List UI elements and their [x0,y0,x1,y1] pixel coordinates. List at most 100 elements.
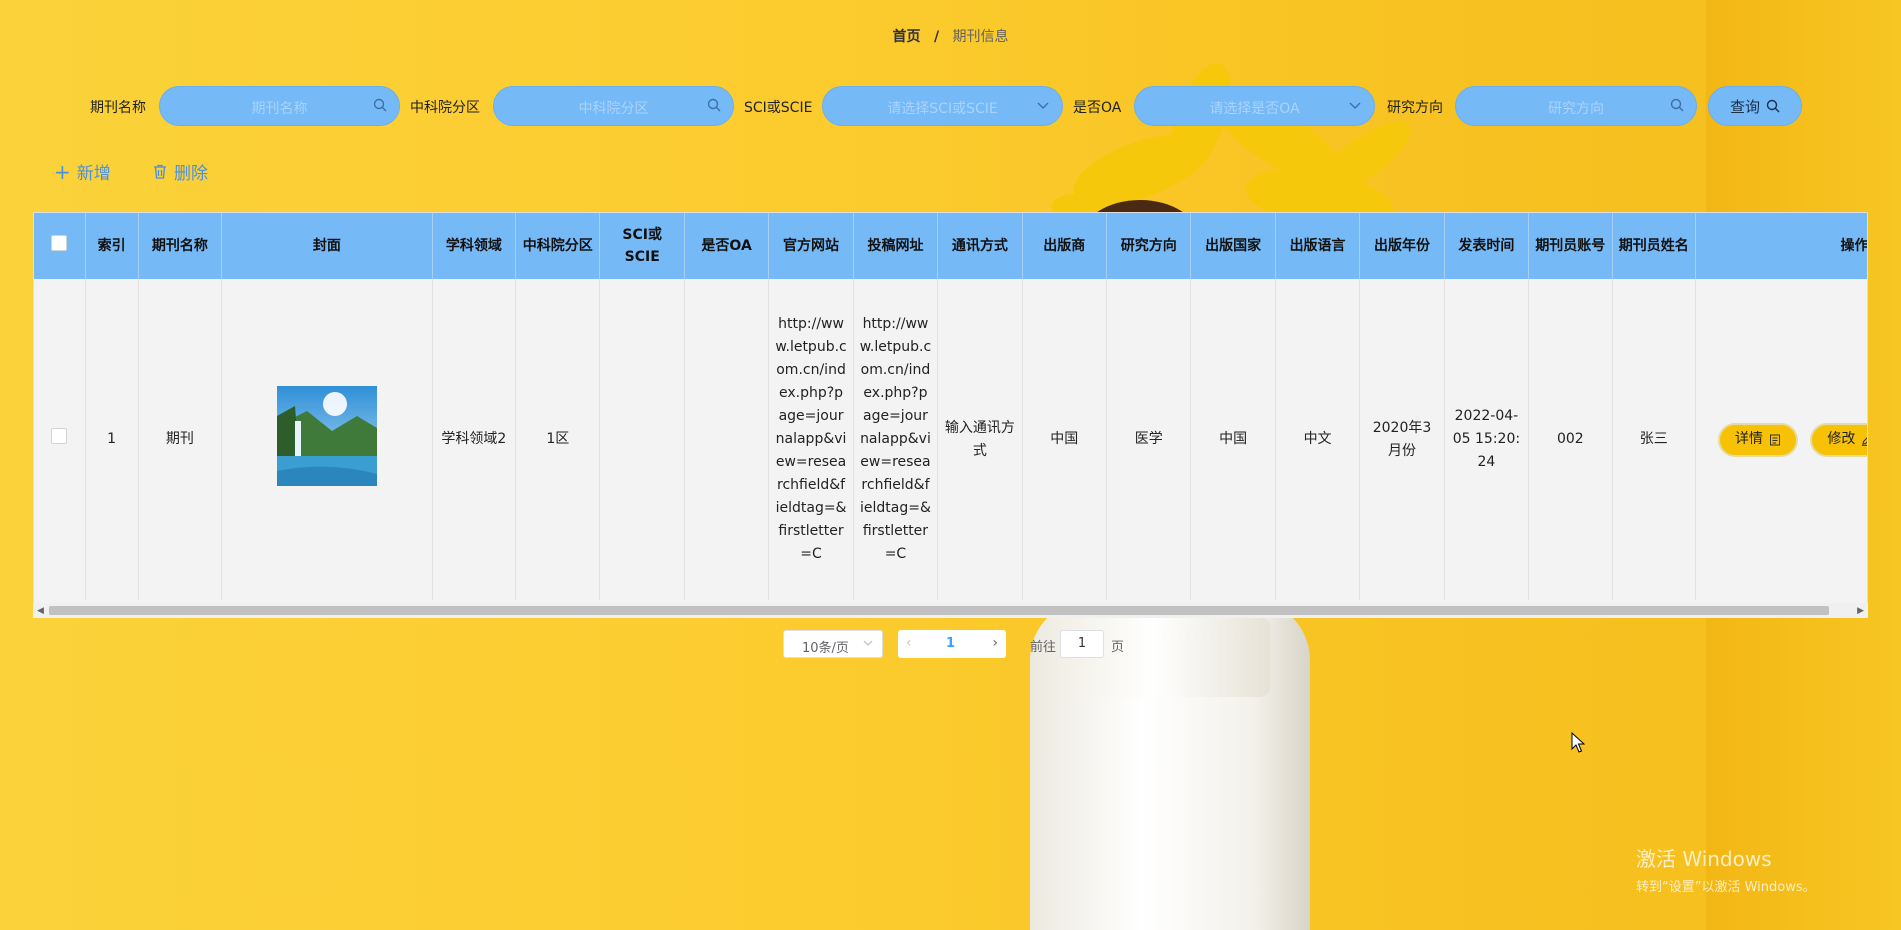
table-header: 期刊员姓名 [1612,213,1696,279]
cell-sci [599,279,685,600]
cell-name: 期刊 [138,279,223,600]
direction-label: 研究方向 [1387,100,1443,116]
cell-oa [684,279,770,600]
zone-label: 中科院分区 [410,100,480,116]
delete-label: 删除 [174,164,208,184]
table-row[interactable]: 1 期刊 学科领域2 1区 http://www.letpub.com.cn/i… [34,279,1867,600]
breadcrumb-current: 期刊信息 [952,29,1009,45]
journal-name-input[interactable]: 期刊名称 [159,86,400,126]
table-header: 操作 [1695,213,1867,279]
row-checkbox[interactable] [51,427,68,444]
chevron-down-icon [1349,102,1361,109]
table-header: 是否OA [684,213,770,279]
journal-table: 索引 期刊名称 封面 学科领域 中科院分区 SCI或SCIE 是否OA 官方网站… [33,212,1868,618]
page-size-value: 10条/页 [802,641,849,656]
oa-label: 是否OA [1073,100,1122,116]
journal-name-label: 期刊名称 [90,100,146,116]
table-header: 封面 [221,213,433,279]
sci-placeholder: 请选择SCI或SCIE [887,101,998,117]
cell-zone: 1区 [515,279,601,600]
table-header: 官方网站 [768,213,854,279]
trash-icon [154,164,166,179]
plus-icon: + [54,159,71,184]
detail-button[interactable]: 详情 [1717,422,1798,457]
document-icon [1769,434,1780,445]
cell-year: 2020年3月份 [1359,279,1445,600]
edit-button[interactable]: 修改 [1810,422,1867,457]
direction-input[interactable]: 研究方向 [1455,86,1697,126]
page-number[interactable]: 1 [946,636,955,651]
edit-icon [1862,437,1867,446]
edit-label: 修改 [1827,431,1856,447]
pagination: 10条/页 ‹ 1 › 前往 1 页 [0,630,1901,660]
breadcrumb-separator: / [933,29,940,45]
oa-placeholder: 请选择是否OA [1209,101,1300,117]
scroll-left-icon[interactable]: ◀ [37,606,44,616]
table-header: 通讯方式 [937,213,1023,279]
add-label: 新增 [76,164,111,184]
direction-placeholder: 研究方向 [1548,101,1604,117]
page-navigator: ‹ 1 › [898,630,1006,658]
cell-editor-name: 张三 [1612,279,1696,600]
page-size-select[interactable]: 10条/页 [783,630,883,658]
search-icon [1766,99,1780,113]
goto-page-input[interactable]: 1 [1060,630,1104,658]
table-header: 出版年份 [1359,213,1445,279]
cell-field: 学科领域2 [432,279,517,600]
scrollbar-thumb[interactable] [49,606,1829,615]
add-button[interactable]: + 新增 [54,159,111,185]
search-bar: 期刊名称 期刊名称 中科院分区 中科院分区 SCI或SCIE 请选择SCI或SC… [0,86,1901,126]
table-header: 学科领域 [432,213,517,279]
cell-country: 中国 [1190,279,1276,600]
query-button[interactable]: 查询 [1708,86,1802,126]
cell-website: http://www.letpub.com.cn/index.php?page=… [768,279,854,600]
journal-name-placeholder: 期刊名称 [251,101,308,117]
header-select-all[interactable] [34,213,86,279]
watermark-line2: 转到“设置”以激活 Windows。 [1636,880,1816,895]
cell-cover [221,279,433,600]
cell-contact: 输入通讯方式 [937,279,1023,600]
sci-select[interactable]: 请选择SCI或SCIE [822,86,1063,126]
search-icon [707,98,721,112]
cell-account: 002 [1528,279,1613,600]
select-all-checkbox[interactable] [51,234,68,251]
scroll-right-icon[interactable]: ▶ [1857,606,1864,616]
zone-input[interactable]: 中科院分区 [493,86,734,126]
mouse-cursor-icon [1571,732,1585,753]
search-icon [1670,98,1684,112]
table-header: 中科院分区 [515,213,601,279]
delete-button[interactable]: 删除 [152,159,208,184]
page-suffix: 页 [1111,640,1125,655]
table-header: SCI或SCIE [599,213,685,279]
table-header: 出版商 [1022,213,1108,279]
breadcrumb: 首页 / 期刊信息 [0,26,1901,46]
table-header: 期刊员账号 [1528,213,1613,279]
table-header: 出版国家 [1190,213,1276,279]
cover-image[interactable] [276,385,377,486]
horizontal-scrollbar[interactable]: ◀ ▶ [33,603,1868,618]
detail-label: 详情 [1734,431,1763,447]
table-header: 投稿网址 [853,213,939,279]
sci-label: SCI或SCIE [744,100,813,116]
cell-index: 1 [85,279,139,600]
goto-label: 前往 [1030,640,1057,655]
table-header: 研究方向 [1106,213,1192,279]
chevron-down-icon [863,640,873,646]
table-header: 索引 [85,213,139,279]
windows-activation-watermark: 激活 Windows 转到“设置”以激活 Windows。 [1636,843,1816,895]
table-header-row: 索引 期刊名称 封面 学科领域 中科院分区 SCI或SCIE 是否OA 官方网站… [34,213,1867,279]
chevron-down-icon [1037,102,1049,109]
cell-language: 中文 [1275,279,1361,600]
table-header: 出版语言 [1275,213,1361,279]
oa-select[interactable]: 请选择是否OA [1134,86,1375,126]
zone-placeholder: 中科院分区 [578,101,649,117]
row-select-cell[interactable] [34,279,86,600]
breadcrumb-home[interactable]: 首页 [892,29,920,45]
query-label: 查询 [1729,97,1760,116]
prev-page-icon[interactable]: ‹ [906,635,912,651]
next-page-icon[interactable]: › [992,635,998,651]
table-header: 发表时间 [1444,213,1530,279]
watermark-line1: 激活 Windows [1636,847,1772,871]
search-icon [373,98,387,112]
cell-direction: 医学 [1106,279,1192,600]
